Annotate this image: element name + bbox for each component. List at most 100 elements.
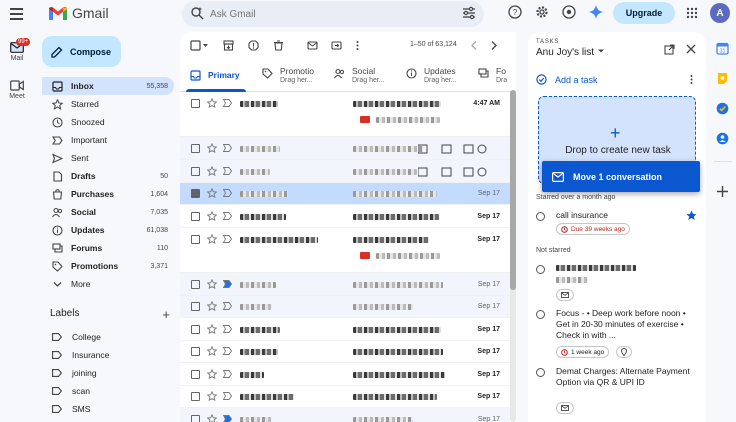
scrollbar-thumb[interactable] <box>510 90 516 290</box>
main-menu-button[interactable] <box>8 5 26 23</box>
email-row[interactable]: Sep 17 <box>180 228 510 273</box>
row-checkbox[interactable] <box>191 325 200 334</box>
row-checkbox[interactable] <box>191 347 200 356</box>
label-item[interactable]: joining <box>42 364 174 382</box>
archive-icon[interactable] <box>223 40 234 51</box>
star-toggle-icon[interactable] <box>207 98 217 108</box>
importance-marker-icon[interactable] <box>223 302 232 310</box>
select-all-checkbox[interactable] <box>190 40 201 51</box>
mail-list-scrollbar[interactable] <box>510 90 516 422</box>
importance-marker-icon[interactable] <box>223 99 232 107</box>
importance-marker-icon[interactable] <box>223 370 232 378</box>
sidebar-item-inbox[interactable]: Inbox 55,358 <box>42 77 174 95</box>
close-panel-icon[interactable] <box>686 44 696 54</box>
importance-marker-icon[interactable] <box>223 167 232 175</box>
gemini-sparkle-icon[interactable] <box>589 5 603 19</box>
linked-email-chip[interactable] <box>556 402 574 414</box>
search-options-icon[interactable] <box>462 6 476 20</box>
rail-meet[interactable]: Meet <box>0 80 34 100</box>
open-in-new-window-icon[interactable] <box>664 44 675 55</box>
next-page-icon[interactable] <box>490 40 498 51</box>
row-checkbox[interactable] <box>191 189 200 198</box>
account-avatar[interactable]: A <box>710 3 730 23</box>
sidebar-item-important[interactable]: Important <box>42 131 174 149</box>
importance-marker-icon[interactable] <box>223 415 232 422</box>
email-row[interactable]: Sep 17 <box>180 183 510 205</box>
star-toggle-icon[interactable] <box>207 369 217 379</box>
sidebar-item-social[interactable]: Social 7,035 <box>42 203 174 221</box>
task-item[interactable] <box>534 263 700 303</box>
star-toggle-icon[interactable] <box>207 143 217 153</box>
star-toggle-icon[interactable] <box>207 279 217 289</box>
google-apps-grid-icon[interactable] <box>686 7 698 19</box>
tab-promotions[interactable]: Promotio Drag her... <box>252 58 324 92</box>
hover-actions[interactable] <box>418 167 488 177</box>
row-checkbox[interactable] <box>191 280 200 289</box>
due-date-chip[interactable]: 1 week ago <box>556 346 610 358</box>
starred-task-icon[interactable] <box>686 210 697 221</box>
row-checkbox[interactable] <box>191 212 200 221</box>
importance-marker-icon[interactable] <box>223 325 232 333</box>
gmail-logo[interactable]: Gmail <box>48 5 109 21</box>
email-row[interactable]: Sep 17 <box>180 296 510 318</box>
star-toggle-icon[interactable] <box>207 414 217 422</box>
location-chip[interactable] <box>616 346 632 358</box>
drag-move-conversation[interactable]: Move 1 conversation <box>542 161 700 192</box>
email-row[interactable]: Sep 17 <box>180 341 510 363</box>
importance-marker-icon[interactable] <box>223 189 232 197</box>
task-item[interactable]: Demat Charges: Alternate Payment Option … <box>534 366 700 418</box>
more-options-icon[interactable] <box>355 40 360 51</box>
search-bar[interactable] <box>182 1 484 27</box>
select-dropdown-icon[interactable] <box>202 40 209 51</box>
row-checkbox[interactable] <box>191 392 200 401</box>
importance-marker-icon[interactable] <box>223 144 232 152</box>
label-item[interactable]: Insurance <box>42 346 174 364</box>
sidebar-item-updates[interactable]: Updates 61,038 <box>42 221 174 239</box>
mark-unread-icon[interactable] <box>307 40 318 51</box>
sidebar-item-more[interactable]: More <box>42 275 174 293</box>
sidebar-item-drafts[interactable]: Drafts 50 <box>42 167 174 185</box>
label-item[interactable]: scan <box>42 382 174 400</box>
star-toggle-icon[interactable] <box>207 391 217 401</box>
email-row[interactable] <box>180 137 510 160</box>
task-complete-radio[interactable] <box>536 310 545 319</box>
get-add-ons-plus-icon[interactable] <box>716 185 729 198</box>
email-row[interactable]: 4:47 AM <box>180 92 510 137</box>
sidebar-item-sent[interactable]: Sent <box>42 149 174 167</box>
star-toggle-icon[interactable] <box>207 324 217 334</box>
linked-email-chip[interactable] <box>556 289 574 301</box>
star-toggle-icon[interactable] <box>207 234 217 244</box>
label-item[interactable]: College <box>42 328 174 346</box>
compose-button[interactable]: Compose <box>42 36 121 67</box>
email-row[interactable]: Sep 17 <box>180 408 510 422</box>
tab-forums[interactable]: Fo Dra <box>468 58 516 92</box>
sidebar-item-forums[interactable]: Forums 110 <box>42 239 174 257</box>
star-toggle-icon[interactable] <box>207 166 217 176</box>
report-spam-icon[interactable] <box>248 40 259 51</box>
sparkle-search-icon[interactable] <box>190 6 204 20</box>
tasks-icon[interactable] <box>716 102 729 115</box>
email-row[interactable]: Sep 17 <box>180 273 510 296</box>
star-toggle-icon[interactable] <box>207 211 217 221</box>
task-list-selector[interactable]: Anu Joy's list <box>536 47 605 58</box>
row-checkbox[interactable] <box>191 99 200 108</box>
sidebar-item-purchases[interactable]: Purchases 1,604 <box>42 185 174 203</box>
star-toggle-icon[interactable] <box>207 188 217 198</box>
task-item[interactable]: call insurance Due 39 weeks ago <box>534 210 700 240</box>
keep-icon[interactable] <box>716 72 729 85</box>
due-date-chip[interactable]: Due 39 weeks ago <box>556 223 630 235</box>
calendar-icon[interactable]: 31 <box>716 42 729 55</box>
task-item[interactable]: Focus - • Deep work before noon • Get in… <box>534 308 700 360</box>
importance-marker-icon[interactable] <box>223 347 232 355</box>
task-complete-radio[interactable] <box>536 212 545 221</box>
importance-marker-icon[interactable] <box>223 212 232 220</box>
search-input[interactable] <box>210 5 440 23</box>
importance-marker-icon[interactable] <box>223 392 232 400</box>
row-checkbox[interactable] <box>191 144 200 153</box>
sidebar-item-starred[interactable]: Starred <box>42 95 174 113</box>
previous-page-icon[interactable] <box>470 40 478 51</box>
email-row[interactable]: Sep 17 <box>180 386 510 408</box>
sidebar-item-snoozed[interactable]: Snoozed <box>42 113 174 131</box>
email-row[interactable]: Sep 17 <box>180 318 510 341</box>
email-row[interactable]: Sep 17 <box>180 205 510 228</box>
